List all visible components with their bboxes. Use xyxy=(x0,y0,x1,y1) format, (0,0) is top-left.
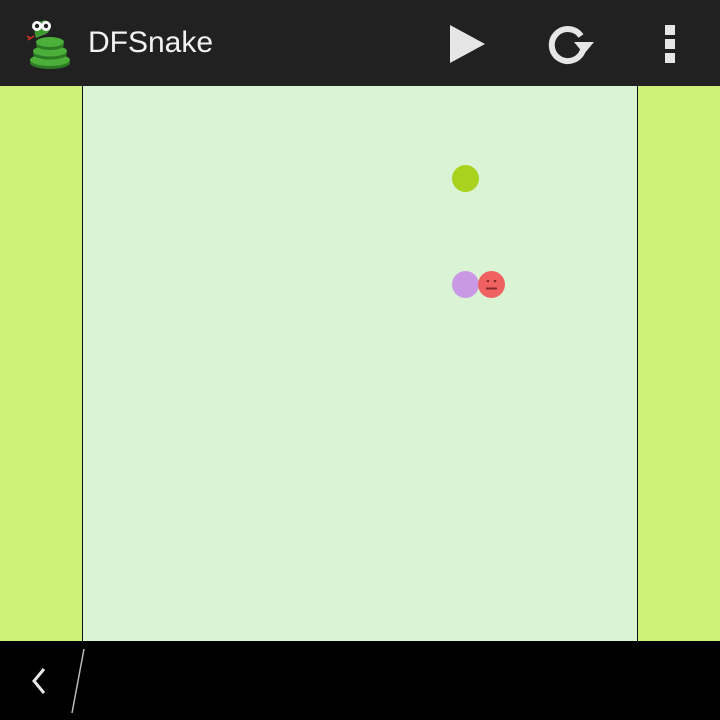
navigation-bar xyxy=(0,641,720,720)
back-chevron-icon xyxy=(32,668,46,694)
app-title: DFSnake xyxy=(88,26,214,59)
food-pellet xyxy=(452,165,479,192)
overflow-menu-button[interactable] xyxy=(640,14,700,74)
overflow-menu-icon xyxy=(665,25,675,63)
snake-logo-icon xyxy=(24,16,76,70)
left-border-area xyxy=(0,86,82,641)
action-bar: DFSnake xyxy=(0,0,720,86)
right-border-area xyxy=(638,86,720,641)
play-button[interactable] xyxy=(437,14,497,74)
snake-face-icon xyxy=(478,271,505,298)
play-icon xyxy=(450,25,485,63)
snake-head xyxy=(478,271,505,298)
game-board[interactable] xyxy=(82,86,638,641)
back-button[interactable] xyxy=(22,661,58,701)
refresh-button[interactable] xyxy=(539,14,599,74)
refresh-icon xyxy=(548,26,594,65)
nav-divider xyxy=(71,648,85,714)
snake-body-segment xyxy=(452,271,479,298)
